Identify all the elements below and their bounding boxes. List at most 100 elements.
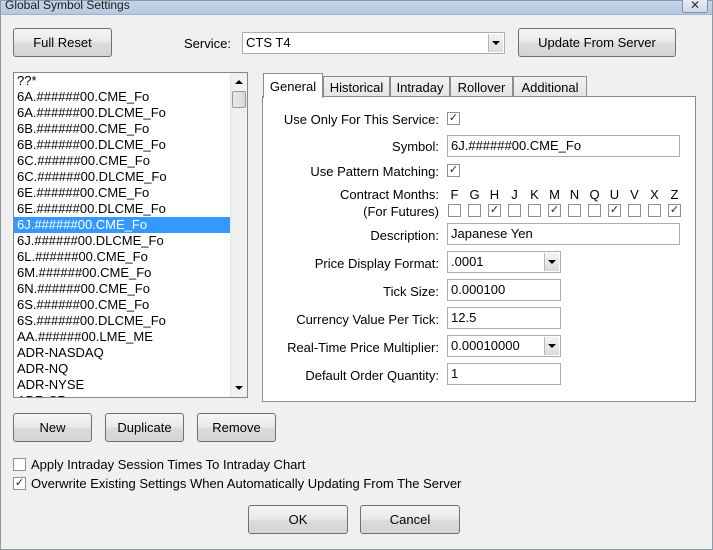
for-futures-label: (For Futures) — [363, 204, 439, 219]
month-checkbox[interactable] — [568, 204, 581, 217]
full-reset-button[interactable]: Full Reset — [13, 28, 112, 57]
scroll-thumb[interactable] — [232, 91, 246, 108]
symbol-list-item[interactable]: 6A.######00.CME_Fo — [14, 89, 232, 105]
update-from-server-button[interactable]: Update From Server — [518, 28, 676, 57]
tab-rollover[interactable]: Rollover — [450, 76, 513, 97]
price-format-label: Price Display Format: — [314, 256, 439, 271]
month-code-label: X — [650, 187, 659, 202]
tab-additional[interactable]: Additional — [513, 76, 587, 97]
use-only-checkbox[interactable]: ✓ — [447, 112, 460, 125]
price-multiplier-value: 0.00010000 — [451, 338, 520, 353]
chevron-down-icon — [492, 41, 500, 45]
symbol-list-scrollbar[interactable] — [230, 73, 247, 397]
month-code-label: G — [469, 187, 480, 202]
symbol-list[interactable]: ??* 6A.######00.CME_Fo 6A.######00.DLCME_F… — [13, 72, 248, 398]
title-bar: Global Symbol Settings ✕ — [1, 0, 712, 15]
month-checkbox[interactable] — [448, 204, 461, 217]
symbol-list-item[interactable]: 6N.######00.CME_Fo — [14, 281, 232, 297]
symbol-list-item[interactable]: ADR-SP — [14, 393, 232, 397]
month-checkbox[interactable] — [588, 204, 601, 217]
scroll-down-button[interactable] — [231, 380, 247, 396]
service-dropdown-arrow[interactable] — [488, 34, 503, 52]
apply-intraday-label: Apply Intraday Session Times To Intraday… — [31, 457, 306, 472]
symbol-list-item[interactable]: 6A.######00.DLCME_Fo — [14, 105, 232, 121]
price-multiplier-dropdown-arrow[interactable] — [544, 337, 559, 355]
month-checkbox[interactable] — [468, 204, 481, 217]
tab-general[interactable]: General — [263, 73, 323, 98]
overwrite-settings-label: Overwrite Existing Settings When Automat… — [31, 476, 462, 491]
description-field[interactable]: Japanese Yen — [447, 223, 680, 245]
symbol-field[interactable]: 6J.######00.CME_Fo — [447, 135, 680, 157]
symbol-list-item[interactable]: 6S.######00.DLCME_Fo — [14, 313, 232, 329]
cancel-button[interactable]: Cancel — [360, 505, 460, 534]
service-select[interactable]: CTS T4 — [242, 32, 505, 54]
month-code-label: H — [489, 187, 500, 202]
symbol-list-item[interactable]: 6B.######00.DLCME_Fo — [14, 137, 232, 153]
month-code-label: U — [609, 187, 620, 202]
duplicate-button[interactable]: Duplicate — [105, 413, 184, 442]
ok-button[interactable]: OK — [248, 505, 348, 534]
tab-historical[interactable]: Historical — [323, 76, 390, 97]
month-checkbox[interactable]: ✓ — [548, 204, 561, 217]
service-label: Service: — [184, 36, 231, 51]
service-value: CTS T4 — [246, 35, 291, 50]
symbol-list-item[interactable]: 6C.######00.DLCME_Fo — [14, 169, 232, 185]
price-format-select[interactable]: .0001 — [447, 251, 561, 273]
use-only-label: Use Only For This Service: — [283, 112, 439, 127]
remove-button[interactable]: Remove — [197, 413, 276, 442]
month-code-label: N — [569, 187, 580, 202]
close-icon: ✕ — [689, 0, 701, 12]
symbol-list-item[interactable]: 6J.######00.CME_Fo — [14, 217, 232, 233]
pattern-matching-label: Use Pattern Matching: — [310, 164, 439, 179]
symbol-list-item[interactable]: 6E.######00.DLCME_Fo — [14, 201, 232, 217]
close-button[interactable]: ✕ — [682, 0, 708, 13]
price-multiplier-label: Real-Time Price Multiplier: — [287, 340, 439, 355]
symbol-list-item[interactable]: 6L.######00.CME_Fo — [14, 249, 232, 265]
apply-intraday-checkbox[interactable] — [13, 458, 26, 471]
symbol-list-item[interactable]: 6E.######00.CME_Fo — [14, 185, 232, 201]
chevron-down-icon — [548, 260, 556, 264]
default-order-qty-field[interactable]: 1 — [447, 363, 561, 385]
symbol-list-item[interactable]: 6B.######00.CME_Fo — [14, 121, 232, 137]
tick-size-field[interactable]: 0.000100 — [447, 279, 561, 301]
scroll-up-button[interactable] — [231, 74, 247, 90]
global-symbol-settings-dialog: Global Symbol Settings ✕ Full Reset Serv… — [0, 0, 713, 550]
month-code-label: Q — [589, 187, 600, 202]
month-code-label: J — [511, 187, 518, 202]
month-code-label: M — [549, 187, 560, 202]
month-checkbox[interactable]: ✓ — [608, 204, 621, 217]
chevron-down-icon — [548, 344, 556, 348]
symbol-list-item[interactable]: ADR-NYSE — [14, 377, 232, 393]
month-checkbox[interactable] — [528, 204, 541, 217]
symbol-list-item[interactable]: 6J.######00.DLCME_Fo — [14, 233, 232, 249]
window-title: Global Symbol Settings — [5, 0, 130, 12]
overwrite-settings-checkbox[interactable]: ✓ — [13, 477, 26, 490]
pattern-matching-checkbox[interactable]: ✓ — [447, 164, 460, 177]
month-code-label: V — [630, 187, 639, 202]
symbol-list-item[interactable]: ADR-NASDAQ — [14, 345, 232, 361]
arrow-up-icon — [235, 80, 243, 84]
new-button[interactable]: New — [13, 413, 92, 442]
month-code-label: Z — [670, 187, 679, 202]
symbol-list-item[interactable]: AA.######00.LME_ME — [14, 329, 232, 345]
default-order-qty-label: Default Order Quantity: — [305, 368, 439, 383]
month-code-label: F — [450, 187, 459, 202]
month-checkbox[interactable] — [628, 204, 641, 217]
month-checkbox[interactable] — [508, 204, 521, 217]
symbol-label: Symbol: — [392, 139, 439, 154]
currency-per-tick-label: Currency Value Per Tick: — [296, 312, 439, 327]
symbol-list-item[interactable]: 6C.######00.CME_Fo — [14, 153, 232, 169]
symbol-list-item[interactable]: 6M.######00.CME_Fo — [14, 265, 232, 281]
price-multiplier-select[interactable]: 0.00010000 — [447, 335, 561, 357]
month-checkbox[interactable]: ✓ — [668, 204, 681, 217]
price-format-dropdown-arrow[interactable] — [544, 253, 559, 271]
arrow-down-icon — [235, 386, 243, 390]
month-code-label: K — [530, 187, 539, 202]
month-checkbox[interactable]: ✓ — [488, 204, 501, 217]
month-checkbox[interactable] — [648, 204, 661, 217]
symbol-list-item[interactable]: ADR-NQ — [14, 361, 232, 377]
symbol-list-item[interactable]: ??* — [14, 73, 232, 89]
currency-per-tick-field[interactable]: 12.5 — [447, 307, 561, 329]
symbol-list-item[interactable]: 6S.######00.CME_Fo — [14, 297, 232, 313]
tab-intraday[interactable]: Intraday — [390, 76, 450, 97]
